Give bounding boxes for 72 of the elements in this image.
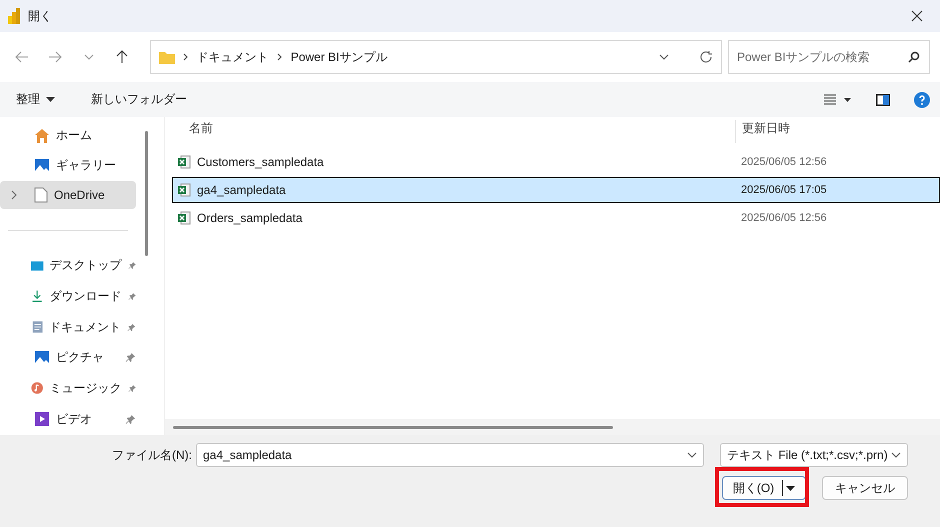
scrollbar[interactable] — [173, 426, 613, 428]
image-icon — [34, 158, 50, 174]
caret-icon — [891, 452, 901, 458]
file-name: Orders_sampledata — [197, 211, 302, 225]
sidebar-item[interactable]: ダウンロード — [0, 282, 136, 310]
pin-icon — [128, 290, 136, 302]
document-icon — [34, 187, 48, 204]
sidebar-item[interactable]: ドキュメント — [0, 313, 136, 341]
view-options-icon[interactable] — [824, 94, 852, 106]
column-header[interactable]: 名前 — [189, 120, 735, 143]
spreadsheet-icon — [177, 155, 191, 169]
scrollbar[interactable] — [145, 131, 148, 256]
sidebar-item[interactable]: ピクチャ — [0, 344, 136, 372]
file-row[interactable]: Orders_sampledata 2025/06/05 12:56 — [172, 205, 940, 231]
folder-icon — [158, 50, 175, 64]
pin-icon — [125, 352, 136, 364]
document-icon — [32, 319, 44, 336]
modified-date: 2025/06/05 12:56 — [740, 156, 827, 168]
bar-chart-icon — [8, 8, 20, 24]
sidebar-item[interactable]: ビデオ — [0, 405, 136, 433]
caret-icon — [46, 97, 55, 102]
search-field[interactable]: Power BIサンプルの検索 — [728, 40, 930, 74]
file-name: Customers_sampledata — [197, 155, 324, 169]
window-title: 開く — [28, 8, 53, 24]
spreadsheet-icon — [177, 183, 191, 197]
sidebar-item[interactable]: OneDrive — [0, 181, 136, 210]
sidebar-item[interactable]: ギャラリー — [0, 152, 136, 180]
file-name: ga4_sampledata — [197, 183, 286, 197]
caret-icon — [659, 54, 669, 60]
house-icon — [34, 128, 50, 144]
cancel-button[interactable]: キャンセル — [822, 476, 908, 500]
desktop-icon — [31, 258, 44, 273]
close-icon — [911, 10, 923, 22]
pin-icon — [125, 414, 136, 425]
file-name-label: ファイル名(N): — [112, 446, 192, 464]
file-type-dropdown[interactable]: テキスト File (*.txt;*.csv;*.prn) — [720, 443, 908, 467]
download-icon — [31, 288, 44, 304]
new-folder-button[interactable]: 新しいフォルダー — [85, 87, 193, 112]
spreadsheet-icon — [177, 211, 191, 225]
left-arrow-icon — [14, 51, 29, 63]
music-icon — [31, 380, 44, 396]
open-button[interactable]: 開く(O) — [722, 476, 806, 500]
address-bar[interactable]: ドキュメント Power BIサンプル — [150, 40, 722, 74]
breadcrumb[interactable]: ドキュメント — [196, 48, 269, 66]
up-arrow-icon — [116, 50, 128, 64]
caret-icon — [786, 486, 796, 490]
help-icon[interactable] — [914, 92, 930, 108]
chevron-icon[interactable] — [10, 190, 18, 200]
right-arrow-icon — [48, 51, 62, 63]
sidebar-item[interactable]: ホーム — [0, 122, 136, 150]
preview-pane-icon[interactable] — [876, 94, 890, 106]
refresh-icon[interactable] — [699, 50, 713, 64]
pin-icon — [127, 322, 136, 333]
sidebar-item[interactable]: デスクトップ — [0, 252, 136, 280]
column-header[interactable]: 更新日時 — [735, 120, 940, 143]
file-row[interactable]: ga4_sampledata 2025/06/05 17:05 — [172, 177, 940, 203]
chevron-down-icon — [84, 54, 94, 60]
chevron-icon — [276, 53, 283, 61]
modified-date: 2025/06/05 12:56 — [740, 212, 827, 224]
file-name-field[interactable]: ga4_sampledata — [196, 443, 704, 467]
organize-button[interactable]: 整理 — [10, 87, 61, 112]
pin-icon — [128, 260, 136, 272]
breadcrumb[interactable]: Power BIサンプル — [290, 48, 388, 66]
sidebar-item[interactable]: ミュージック — [0, 374, 136, 402]
chevron-icon — [182, 53, 189, 61]
image-icon — [34, 350, 50, 366]
pin-icon — [128, 382, 136, 394]
modified-date: 2025/06/05 17:05 — [740, 184, 827, 196]
file-row[interactable]: Customers_sampledata 2025/06/05 12:56 — [172, 149, 940, 175]
video-icon — [34, 411, 50, 428]
search-icon — [908, 51, 920, 63]
caret-icon — [687, 452, 697, 458]
